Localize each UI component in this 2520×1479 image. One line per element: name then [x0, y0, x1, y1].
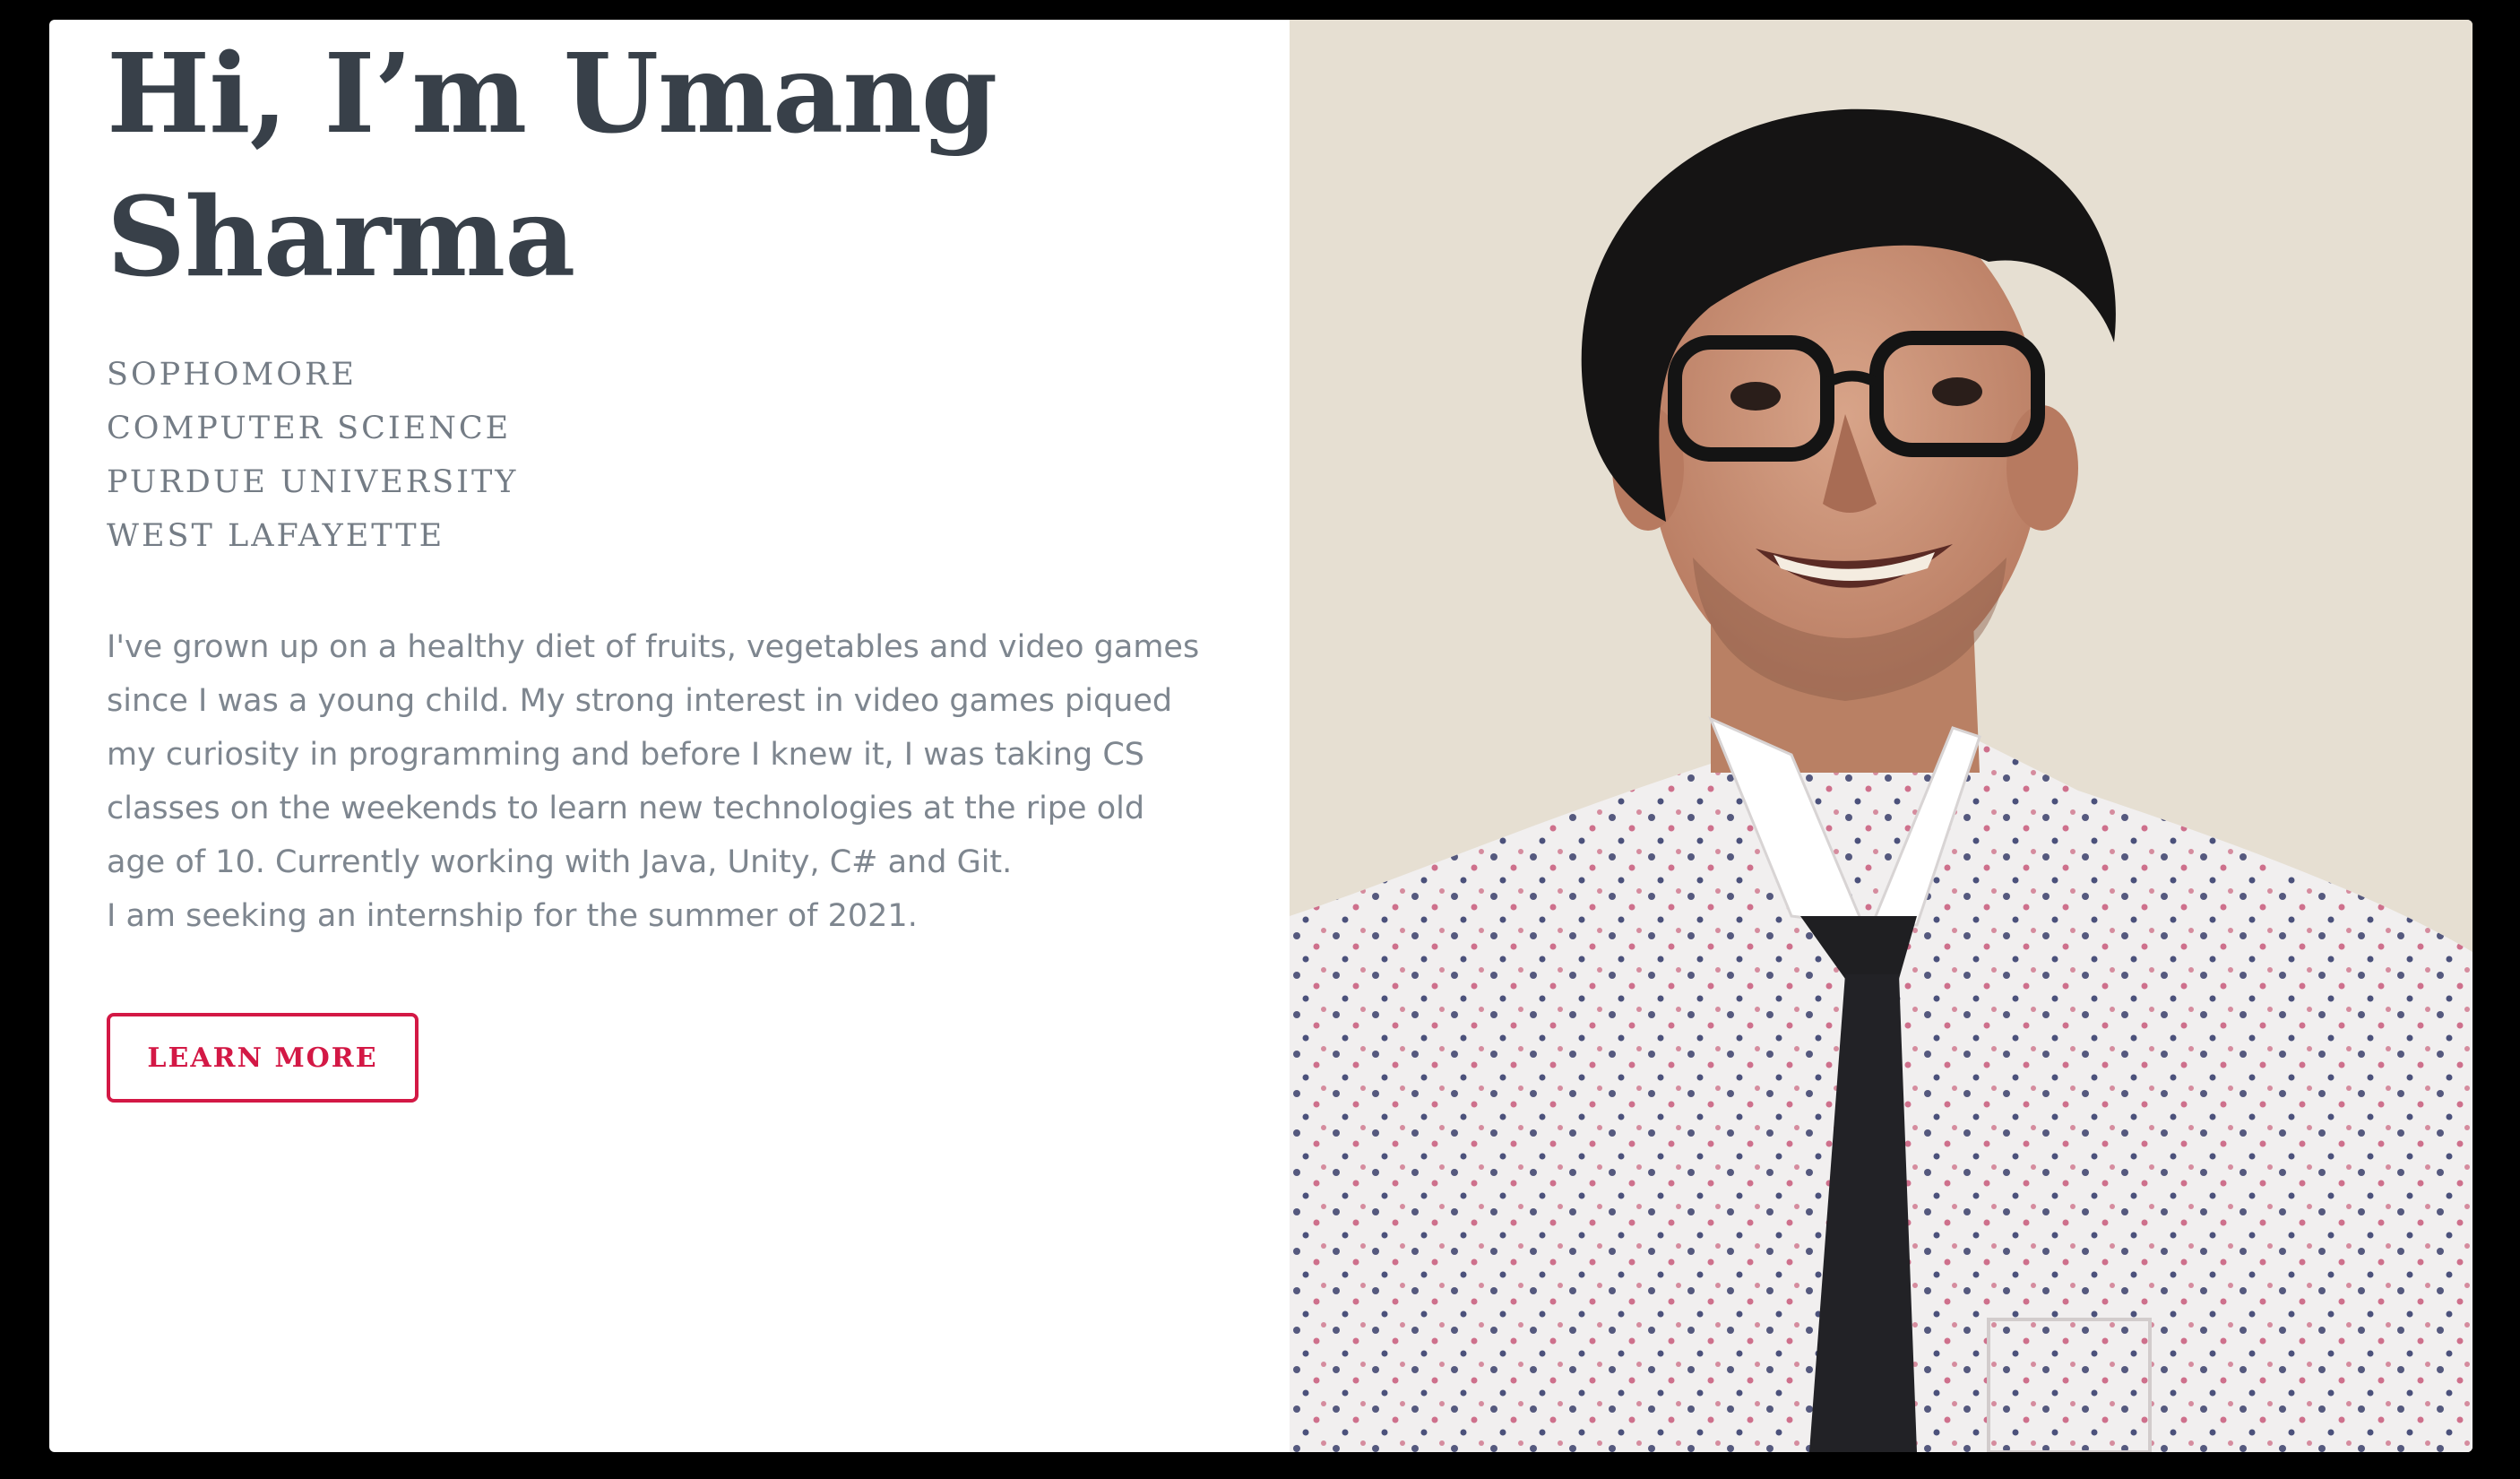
meta-university: PURDUE UNIVERSITY [107, 464, 519, 500]
hero-section: Hi, I’m Umang Sharma SOPHOMORE COMPUTER … [49, 20, 2473, 1452]
bio-line: I am seeking an internship for the summe… [107, 898, 918, 934]
profile-meta-list: SOPHOMORE COMPUTER SCIENCE PURDUE UNIVER… [107, 348, 518, 563]
meta-major: COMPUTER SCIENCE [107, 411, 512, 446]
portrait-illustration [1290, 20, 2473, 1452]
meta-location: WEST LAFAYETTE [107, 518, 445, 554]
portrait-photo [1290, 20, 2473, 1452]
bio-paragraph: I've grown up on a healthy diet of fruit… [107, 620, 1200, 943]
bio-line: classes on the weekends to learn new tec… [107, 791, 1145, 826]
learn-more-button[interactable]: LEARN MORE [107, 1013, 419, 1103]
meta-year: SOPHOMORE [107, 357, 357, 393]
page-title: Hi, I’m Umang Sharma [107, 29, 997, 301]
bio-line: age of 10. Currently working with Java, … [107, 844, 1013, 880]
bio-line: my curiosity in programming and before I… [107, 737, 1145, 773]
bio-line: since I was a young child. My strong int… [107, 683, 1173, 719]
bio-line: I've grown up on a healthy diet of fruit… [107, 629, 1200, 665]
hero-text-column: Hi, I’m Umang Sharma SOPHOMORE COMPUTER … [49, 20, 1290, 1452]
